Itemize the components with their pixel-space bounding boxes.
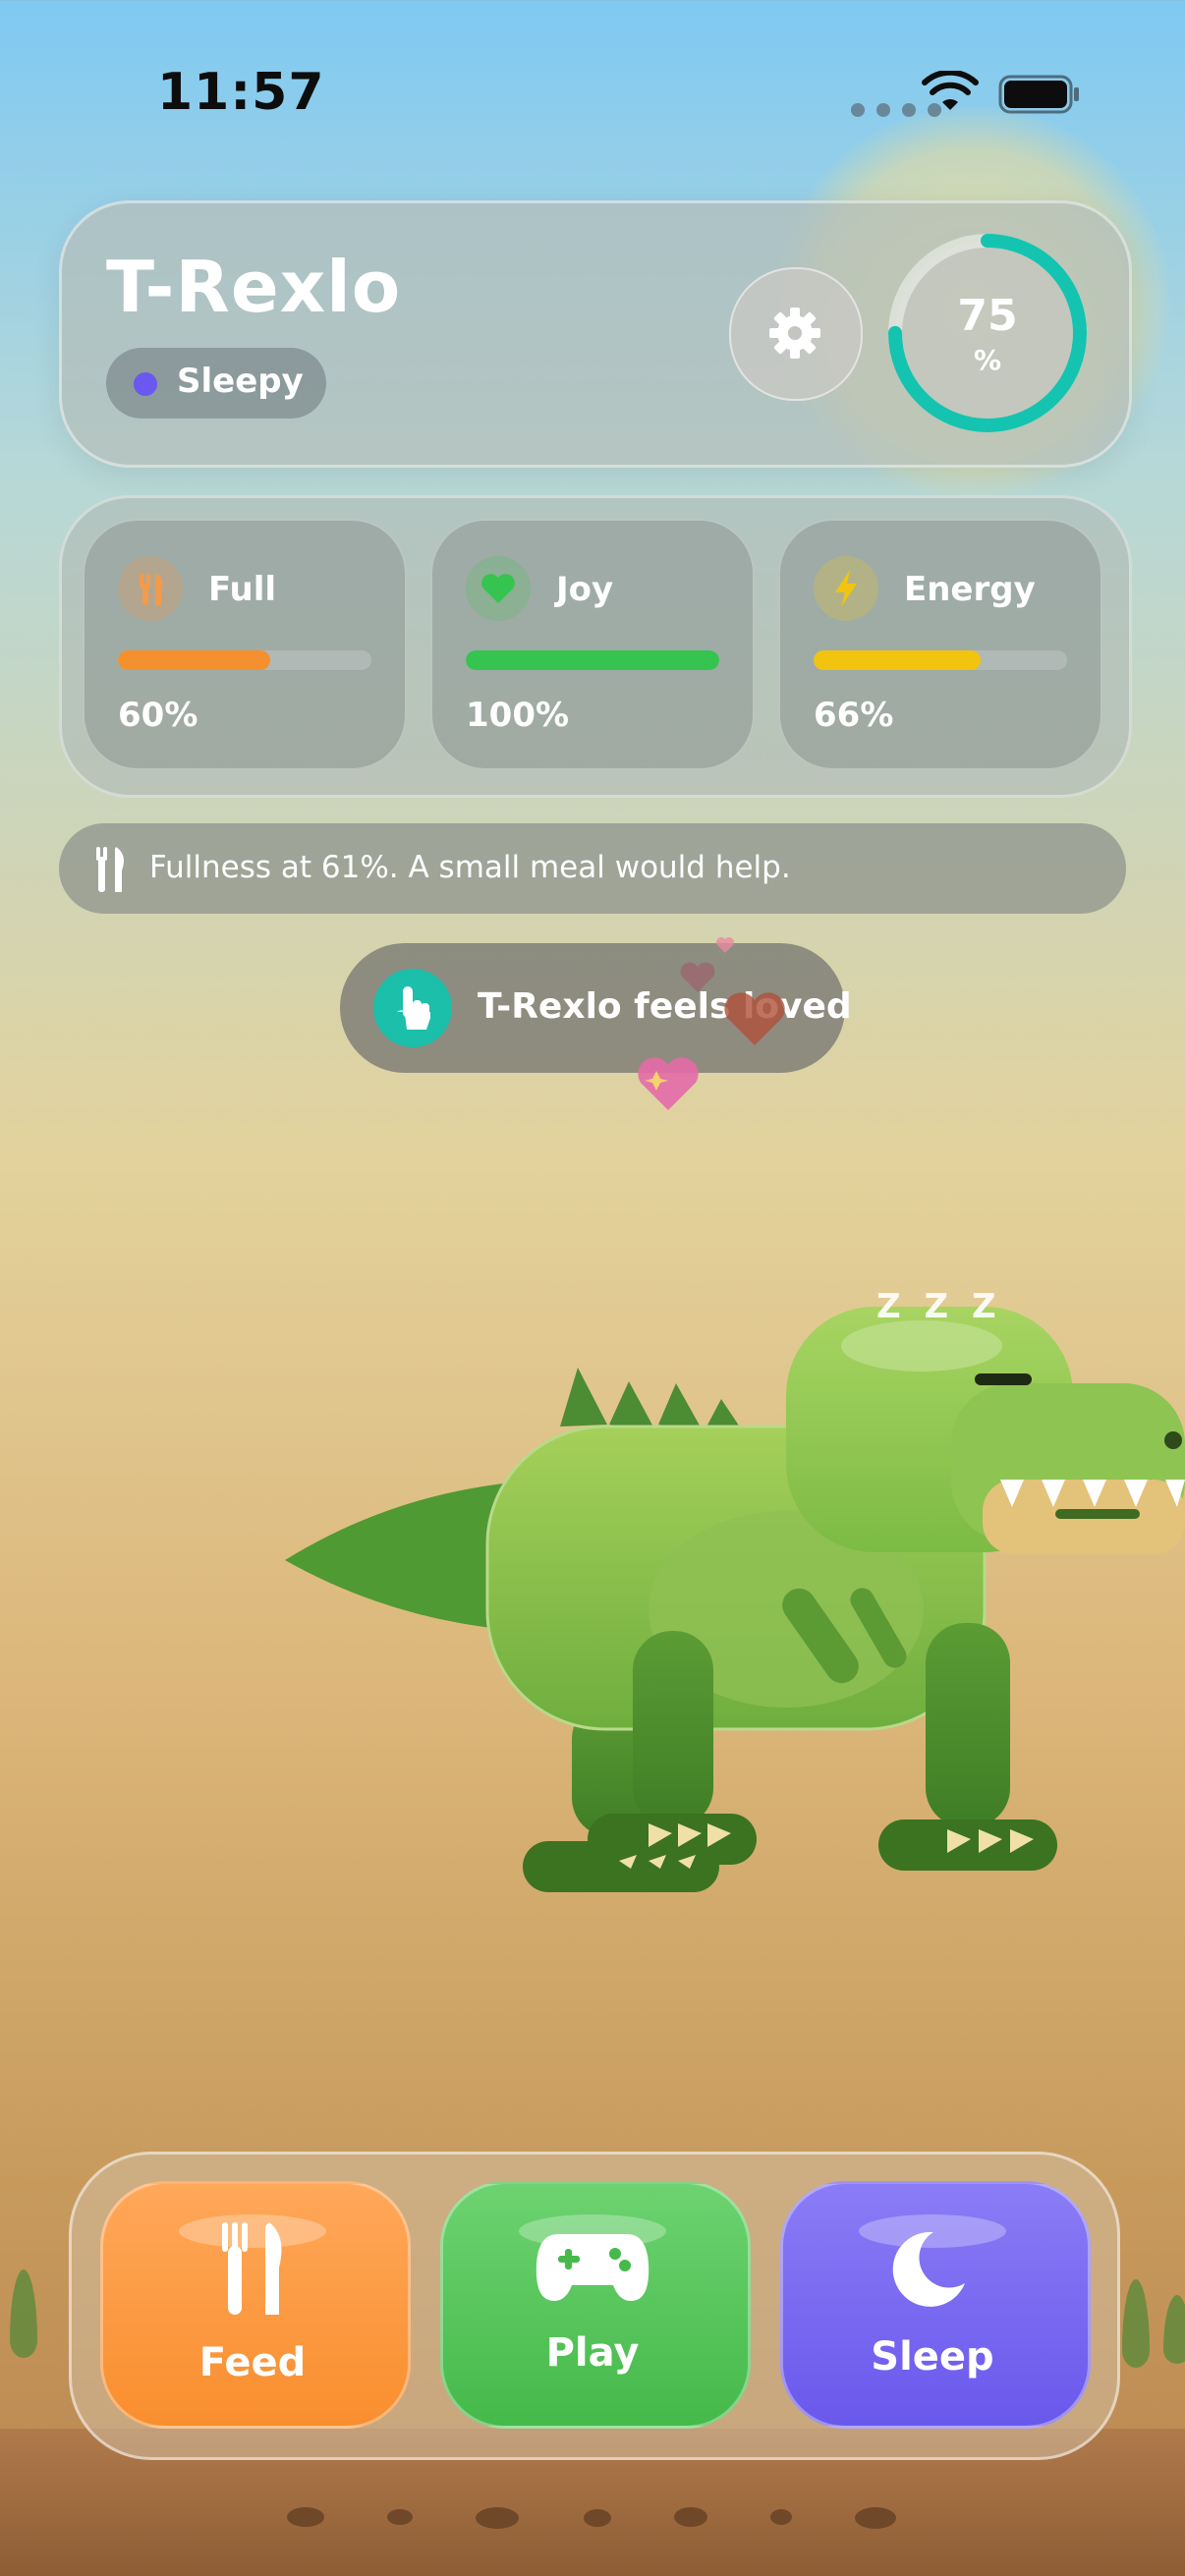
pet-dinosaur[interactable] — [265, 1267, 1185, 1916]
gamepad-icon — [536, 2234, 649, 2301]
stat-value-full: 60% — [118, 696, 198, 735]
battery-icon — [998, 75, 1079, 114]
fork-knife-icon — [96, 847, 124, 892]
stat-bar-full — [118, 650, 371, 670]
pet-name: T-Rexlo — [106, 246, 402, 328]
plant-decoration — [1122, 2279, 1150, 2368]
moon-icon — [892, 2231, 965, 2307]
overall-value: 75 — [957, 291, 1018, 341]
feed-label: Feed — [198, 2340, 307, 2385]
play-label: Play — [545, 2330, 640, 2376]
ground-stone — [287, 2507, 324, 2527]
plant-decoration — [1163, 2295, 1185, 2364]
mood-dot — [134, 372, 157, 396]
ground-stone — [476, 2507, 519, 2529]
ground-stone — [674, 2507, 707, 2527]
status-time: 11:57 — [157, 63, 325, 122]
ground-stone — [584, 2509, 611, 2527]
stat-label-joy: Joy — [556, 570, 614, 609]
ground-stone — [387, 2509, 413, 2525]
ground-stone — [770, 2509, 792, 2525]
fork-knife-icon — [118, 556, 183, 621]
overall-unit: % — [973, 344, 1002, 376]
ground-stone — [855, 2507, 896, 2529]
floating-hearts-icon — [638, 937, 785, 1110]
sleep-zzz: Z Z Z — [876, 1287, 1002, 1326]
stat-bar-energy — [814, 650, 1067, 670]
stat-value-energy: 66% — [814, 696, 894, 735]
heart-icon — [466, 556, 531, 621]
gear-icon — [769, 308, 820, 359]
stat-label-energy: Energy — [904, 570, 1036, 609]
mood-label: Sleepy — [177, 362, 304, 401]
plant-decoration — [10, 2269, 37, 2358]
fork-knife-icon — [222, 2222, 282, 2315]
stat-bar-joy — [466, 650, 719, 670]
lightning-icon — [814, 556, 878, 621]
wifi-icon — [922, 71, 979, 110]
sleep-label: Sleep — [871, 2334, 994, 2380]
stat-label-full: Full — [208, 570, 277, 609]
stat-value-joy: 100% — [466, 696, 570, 735]
tap-hand-icon — [373, 969, 452, 1047]
hint-text: Fullness at 61%. A small meal would help… — [149, 850, 791, 885]
